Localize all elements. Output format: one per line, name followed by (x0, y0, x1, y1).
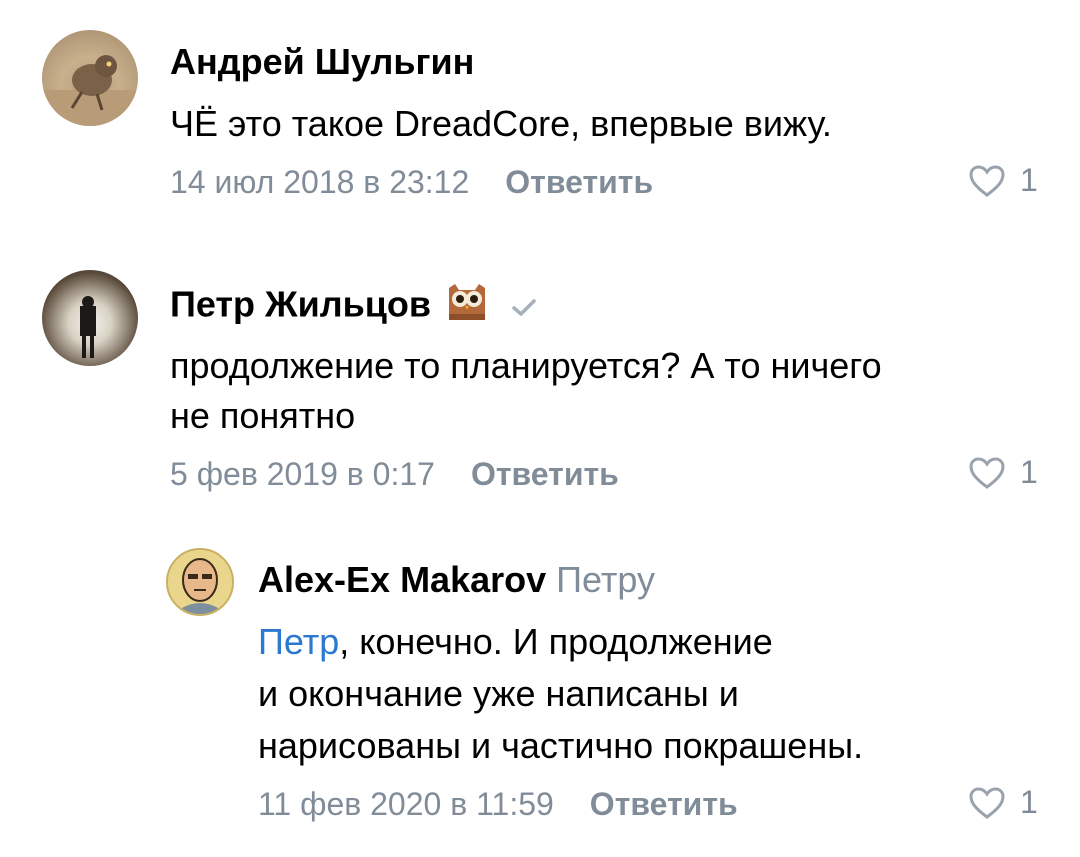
heart-icon (969, 786, 1005, 819)
comic-face-avatar-icon (168, 550, 232, 614)
check-icon (511, 285, 537, 329)
owl-emoji-icon (445, 282, 489, 332)
like-count: 1 (1020, 784, 1038, 820)
like-button[interactable]: 1 (968, 784, 1038, 821)
author-name[interactable]: Петр Жильцов (170, 284, 431, 325)
comment-text-line: нарисованы и частично покрашены. (258, 725, 864, 766)
avatar[interactable] (42, 270, 138, 366)
comment-text-line: и окончание уже написаны и (258, 673, 739, 714)
comment-author[interactable]: Alex-Ex Makarov Петру (258, 558, 655, 602)
like-count: 1 (1020, 454, 1038, 490)
heart-icon (969, 164, 1005, 197)
like-button[interactable]: 1 (968, 454, 1038, 491)
comment-text-line: Петр, конечно. И продолжение (258, 616, 773, 668)
like-button[interactable]: 1 (968, 162, 1038, 199)
comments-page: Андрей Шульгин ЧЁ это такое DreadCore, в… (0, 0, 1080, 857)
avatar[interactable] (42, 30, 138, 126)
comment-date[interactable]: 5 фев 2019 в 0:17 (170, 454, 435, 494)
comment-author[interactable]: Андрей Шульгин (170, 40, 474, 84)
comment-meta: 14 июл 2018 в 23:12 Ответить (170, 162, 653, 202)
comment-date[interactable]: 11 фев 2020 в 11:59 (258, 784, 554, 824)
comment-text-fragment: , конечно. И продолжение (339, 621, 773, 662)
reply-button[interactable]: Ответить (590, 784, 738, 824)
comment-meta: 11 фев 2020 в 11:59 Ответить (258, 784, 738, 824)
like-count: 1 (1020, 162, 1038, 198)
comment-author[interactable]: Петр Жильцов (170, 282, 537, 332)
avatar[interactable] (166, 548, 234, 616)
reply-to-label[interactable]: Петру (556, 559, 655, 600)
heart-icon (969, 456, 1005, 489)
reply-button[interactable]: Ответить (505, 162, 653, 202)
comment-meta: 5 фев 2019 в 0:17 Ответить (170, 454, 619, 494)
comment-text-line: не понятно (170, 395, 356, 436)
comment-text: ЧЁ это такое DreadCore, впервые вижу. (170, 103, 832, 144)
author-name[interactable]: Alex-Ex Makarov (258, 559, 546, 600)
mention-link[interactable]: Петр (258, 621, 339, 662)
comment-text-line: продолжение то планируется? А то ничего (170, 345, 882, 386)
reply-button[interactable]: Ответить (471, 454, 619, 494)
owl-photo-avatar-icon (42, 55, 138, 126)
person-in-tunnel-avatar-icon (80, 296, 96, 358)
comment-date[interactable]: 14 июл 2018 в 23:12 (170, 162, 469, 202)
